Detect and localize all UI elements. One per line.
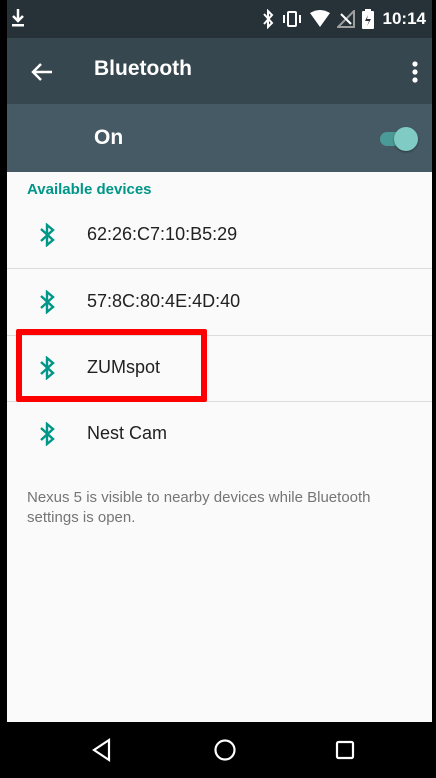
wifi-icon (309, 10, 330, 27)
arrow-back-icon[interactable] (27, 57, 57, 87)
device-name: 62:26:C7:10:B5:29 (87, 224, 238, 244)
toggle-thumb (394, 127, 418, 151)
download-icon (12, 9, 24, 27)
overflow-menu-icon[interactable] (408, 58, 422, 86)
bluetooth-toggle[interactable] (378, 126, 418, 152)
status-icons: 10:14 (261, 0, 426, 38)
bluetooth-icon (40, 356, 55, 380)
vibrate-icon (282, 11, 301, 27)
battery-icon (361, 9, 374, 29)
device-name: Nest Cam (87, 423, 168, 443)
bluetooth-settings-screen: 10:14 Bluetooth On Available devices 62:… (7, 0, 432, 778)
bluetooth-switch-bar[interactable]: On (7, 104, 432, 172)
device-item[interactable]: 57:8C:80:4E:4D:40 (7, 269, 432, 336)
bluetooth-switch-label: On (94, 126, 124, 149)
device-name: ZUMspot (87, 357, 161, 377)
device-item[interactable]: Nest Cam (7, 401, 432, 468)
home-circle-icon[interactable] (212, 737, 238, 763)
visibility-note: Nexus 5 is visible to nearby devices whi… (27, 489, 371, 526)
page-title: Bluetooth (94, 57, 192, 80)
bluetooth-icon (40, 422, 55, 446)
device-item[interactable]: 62:26:C7:10:B5:29 (7, 202, 432, 269)
no-signal-icon (336, 10, 355, 28)
status-time: 10:14 (382, 9, 426, 28)
device-item-zumspot[interactable]: ZUMspot (7, 335, 432, 402)
recents-square-icon[interactable] (332, 737, 358, 763)
bluetooth-icon (262, 9, 273, 29)
app-toolbar: Bluetooth (7, 38, 432, 104)
status-bar: 10:14 (7, 0, 432, 38)
available-devices-header: Available devices (27, 181, 152, 198)
bluetooth-icon (40, 223, 55, 247)
navigation-bar (7, 722, 432, 778)
back-triangle-icon[interactable] (89, 737, 115, 763)
device-name: 57:8C:80:4E:4D:40 (87, 291, 241, 311)
bluetooth-icon (40, 290, 55, 314)
